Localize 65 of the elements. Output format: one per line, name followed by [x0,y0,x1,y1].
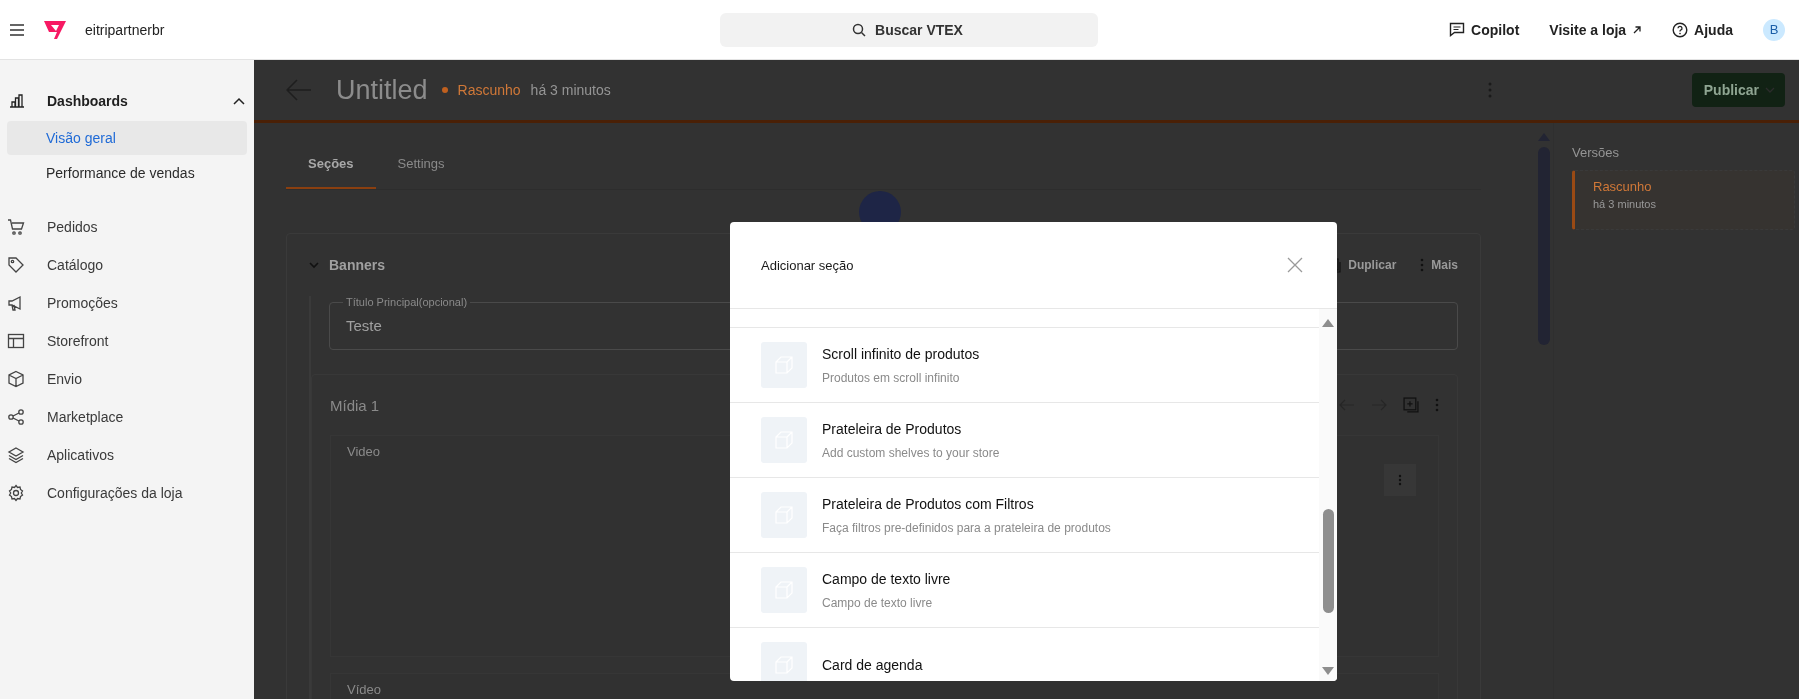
duplicate-icon[interactable] [1403,397,1419,413]
layers-icon [7,446,25,464]
more-icon [1420,258,1425,272]
external-link-icon [1632,24,1643,35]
scroll-down-icon[interactable] [1322,667,1334,675]
more-button[interactable] [1384,464,1416,496]
section-option[interactable]: Card de agenda [730,628,1319,681]
versions-title: Versões [1572,145,1620,160]
field-label: Título Principal(opcional) [343,296,471,309]
nav-item[interactable]: Performance de vendas [7,156,247,190]
search-icon [852,22,866,37]
header-link[interactable]: Copilot [1449,21,1520,38]
video-label: Video [347,444,380,461]
status-time: há 3 minutos [530,82,611,98]
section-option[interactable]: Prateleira de Produtos Add custom shelves to your store [730,403,1319,478]
section-action[interactable]: Mais [1420,258,1458,272]
tag-icon [7,256,25,274]
header-link[interactable]: Ajuda [1672,21,1733,38]
nav-item[interactable]: Catálogo [7,246,247,284]
dialog-title: Adicionar seção [761,257,854,273]
caret-icon [1765,87,1775,93]
video-label: Vídeo [347,682,381,697]
publish-button[interactable]: Publicar [1691,73,1785,107]
chat-icon [1449,22,1466,37]
section-option[interactable]: Prateleira de Produtos com Filtros Faça filtros pre-definidos para a prateleira de produtos [730,478,1319,553]
layout-icon [7,332,25,350]
chevron-icon[interactable] [309,261,319,269]
nav-group[interactable]: Dashboards [7,82,247,120]
nav-item[interactable]: Configurações da loja [7,474,247,512]
scrollbar-thumb[interactable] [1322,509,1334,613]
section-title: Banners [329,257,386,273]
status-label: Rascunho [457,82,521,98]
close-icon[interactable] [1287,257,1303,273]
nav-item[interactable]: Aplicativos [7,436,247,474]
nav-item[interactable]: Visão geral [7,121,247,155]
settings-icon [7,484,25,502]
cart-icon [7,218,25,236]
share-icon [7,408,25,426]
user-avatar[interactable]: B [1763,18,1785,41]
section-option[interactable]: Scroll infinito de produtos Produtos em scroll infinito [730,328,1319,403]
nav-item[interactable]: Storefront [7,322,247,360]
status-dot [441,87,448,93]
nav-item[interactable]: Envio [7,360,247,398]
version-card[interactable]: Rascunho há 3 minutos [1572,170,1795,230]
scroll-up-icon[interactable] [1322,319,1334,327]
page-title: Untitled [336,74,428,106]
search-field[interactable]: Buscar VTEX [720,12,1098,47]
tab[interactable]: Settings [375,145,467,189]
cube-icon [7,370,25,388]
tab[interactable]: Seções [286,145,376,189]
media-title: Mídia 1 [330,396,380,414]
more-icon [1398,474,1402,486]
store-name: eitripartnerbr [85,21,165,38]
logo-icon [43,19,67,40]
help-icon [1672,21,1689,38]
section-option[interactable]: Campo de texto livre Campo de texto livre [730,553,1319,628]
header-link[interactable]: Visite a loja [1549,21,1643,38]
more-icon[interactable] [1487,82,1492,98]
nav-item[interactable]: Marketplace [7,398,247,436]
chart-icon [9,94,25,108]
nav-item[interactable]: Pedidos [7,208,247,246]
nav-item[interactable]: Promoções [7,284,247,322]
more-icon[interactable] [1435,398,1439,412]
chevron-icon [233,97,245,105]
menu-icon[interactable] [9,22,25,37]
